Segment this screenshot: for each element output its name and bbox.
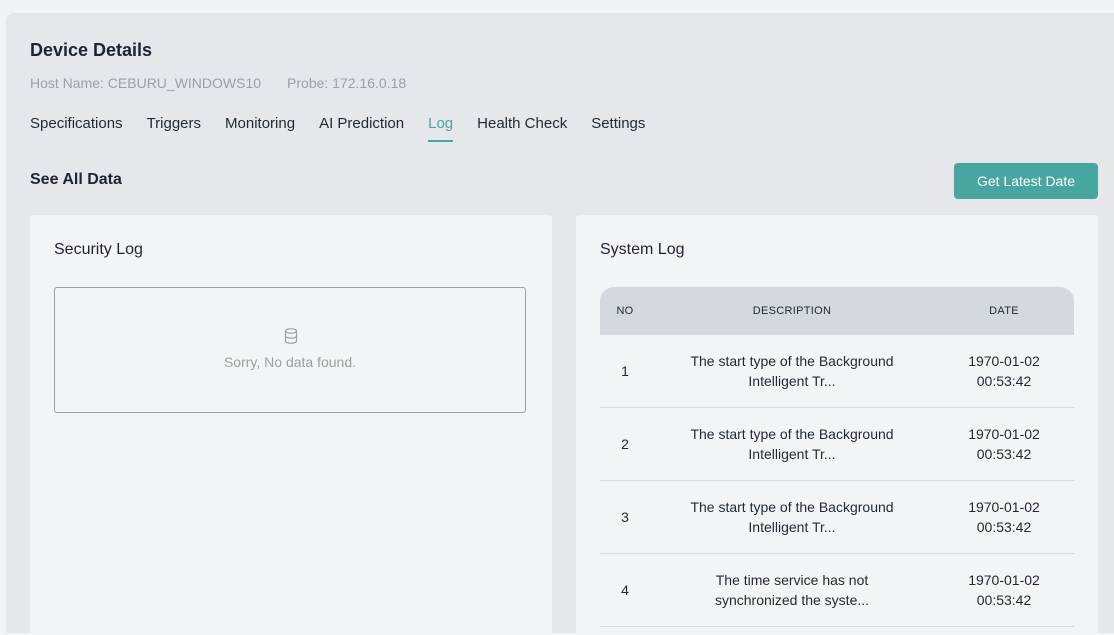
empty-state: Sorry, No data found. [54, 287, 526, 413]
row-time-line: 00:53:42 [976, 519, 1032, 535]
row-time-line: 00:53:42 [976, 373, 1032, 389]
row-number: 4 [621, 582, 629, 598]
system-log-title: System Log [600, 241, 685, 258]
host-name-label: Host Name: CEBURU_WINDOWS10 [30, 75, 262, 91]
row-description-line: Intelligent Tr... [748, 519, 836, 535]
security-log-title: Security Log [54, 241, 143, 258]
tab-ai-prediction[interactable]: AI Prediction [319, 115, 404, 142]
probe-label: Probe: 172.16.0.18 [287, 75, 407, 91]
table-header: NO DESCRIPTION DATE [600, 287, 1074, 335]
column-header-date: DATE [989, 305, 1019, 317]
row-description-line: The start type of the Background [690, 353, 894, 369]
get-latest-date-button[interactable]: Get Latest Date [954, 163, 1098, 199]
row-date: 1970-01-02 00:53:42 [934, 570, 1074, 610]
tab-triggers[interactable]: Triggers [147, 115, 201, 142]
table-row[interactable]: 2 The start type of the Background Intel… [600, 408, 1074, 481]
row-date: 1970-01-02 00:53:42 [934, 497, 1074, 537]
column-header-no: NO [616, 305, 634, 317]
row-description-line: The start type of the Background [690, 499, 894, 515]
row-description-line: synchronized the syste... [714, 592, 870, 608]
row-time-line: 00:53:42 [976, 592, 1032, 608]
column-header-description: DESCRIPTION [752, 305, 832, 317]
tab-bar: Specifications Triggers Monitoring AI Pr… [30, 115, 645, 142]
system-log-table: NO DESCRIPTION DATE 1 The start type of … [600, 287, 1074, 627]
row-description: The start type of the Background Intelli… [650, 424, 934, 464]
row-time-line: 00:53:42 [976, 446, 1032, 462]
table-row[interactable]: 3 The start type of the Background Intel… [600, 481, 1074, 554]
row-date: 1970-01-02 00:53:42 [934, 424, 1074, 464]
row-date-line: 1970-01-02 [968, 426, 1040, 442]
row-description: The start type of the Background Intelli… [650, 351, 934, 391]
security-log-card: Security Log Sorry, No data found. [30, 215, 552, 635]
empty-state-message: Sorry, No data found. [223, 354, 357, 370]
row-description-line: The time service has not [715, 572, 869, 588]
table-row[interactable]: 4 The time service has not synchronized … [600, 554, 1074, 627]
system-log-card: System Log NO DESCRIPTION DATE 1 The sta… [576, 215, 1098, 635]
table-row[interactable]: 1 The start type of the Background Intel… [600, 335, 1074, 408]
row-date-line: 1970-01-02 [968, 572, 1040, 588]
row-description: The start type of the Background Intelli… [650, 497, 934, 537]
row-description-line: The start type of the Background [690, 426, 894, 442]
row-date-line: 1970-01-02 [968, 499, 1040, 515]
row-date-line: 1970-01-02 [968, 353, 1040, 369]
tab-specifications[interactable]: Specifications [30, 115, 123, 142]
row-number: 3 [621, 509, 629, 525]
device-details-panel: Device Details Host Name: CEBURU_WINDOWS… [6, 13, 1114, 635]
device-meta: Host Name: CEBURU_WINDOWS10 Probe: 172.1… [30, 75, 406, 91]
tab-monitoring[interactable]: Monitoring [225, 115, 295, 142]
tab-settings[interactable]: Settings [591, 115, 645, 142]
page-title: Device Details [30, 40, 153, 60]
row-description-line: Intelligent Tr... [748, 446, 836, 462]
tab-log[interactable]: Log [428, 115, 454, 142]
tab-health-check[interactable]: Health Check [477, 115, 567, 142]
database-icon [284, 328, 298, 344]
row-number: 1 [621, 363, 629, 379]
row-number: 2 [621, 436, 629, 452]
row-description-line: Intelligent Tr... [748, 373, 836, 389]
section-title: See All Data [30, 171, 122, 188]
row-date: 1970-01-02 00:53:42 [934, 351, 1074, 391]
row-description: The time service has not synchronized th… [650, 570, 934, 610]
